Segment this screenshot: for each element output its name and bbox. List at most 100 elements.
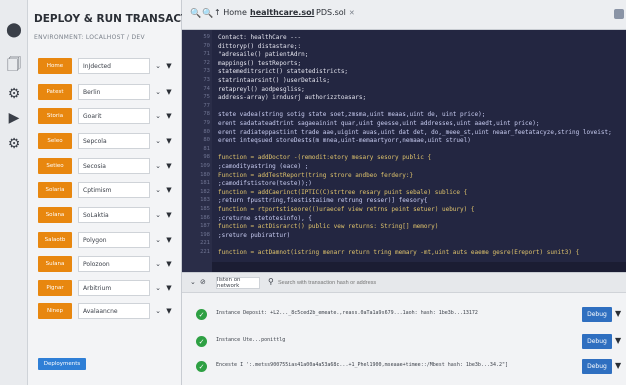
line-number: 98 [203,154,210,161]
terminal-panel: ⌄ ⊘ listen on network ⚲ ✓ Instance Depos… [182,272,626,385]
remix-logo-icon[interactable]: ⬤ [4,20,24,40]
line-number: 72 [203,59,210,66]
expand-caret-icon[interactable]: ▼ [165,284,173,292]
close-icon[interactable]: ✕ [349,9,355,17]
expand-caret-icon[interactable]: ▼ [165,88,173,96]
success-check-icon: ✓ [196,361,207,372]
contract-row: Sulana Polozoon ⌄ ▼ [38,255,178,273]
collapse-icon[interactable]: ⌄ [190,278,196,286]
search-icon: ⚲ [268,277,274,286]
expand-caret-icon[interactable]: ▼ [165,236,173,244]
chevron-down-icon[interactable]: ▼ [615,336,621,345]
log-text: Instance Deposit: +L2..._8c5ced2b_emeate… [216,310,478,316]
code-line: Function = addTestReport(tring strore an… [218,171,414,179]
code-line: function = addDoctor -(remodit:etory mes… [218,154,432,162]
debug-button[interactable]: Debug [582,307,612,322]
deployments-button[interactable]: Deployments [38,358,86,370]
zoom-in-icon[interactable]: 🔍 [202,9,213,19]
contract-function-button[interactable]: Sulana [38,256,72,272]
contract-function-button[interactable]: Solaria [38,182,72,198]
chevron-down-icon[interactable]: ▼ [615,309,621,318]
code-line: function = rtportstiseore(()uraecef view… [218,206,475,213]
line-number: 80 [203,128,210,135]
panel-toggle-icon[interactable] [614,9,624,19]
contract-input-field[interactable]: InJdected [78,58,150,74]
chevron-down-icon[interactable]: ⌄ [154,137,162,145]
search-input[interactable] [278,277,518,289]
line-number: 185 [200,206,210,212]
file-explorer-icon[interactable]: 🗍 [4,56,24,76]
line-number: 180 [200,171,210,178]
expand-caret-icon[interactable]: ▼ [165,62,173,70]
contract-function-button[interactable]: Pignar [38,280,72,296]
contract-row: Solana SoLaktia ⌄ ▼ [38,206,178,224]
contract-input-field[interactable]: Sepcola [78,133,150,149]
plugin-manager-icon[interactable]: ⚙ [4,134,24,154]
contract-function-button[interactable]: Patest [38,84,72,100]
contract-input-field[interactable]: Goarit [78,108,150,124]
zoom-out-icon[interactable]: 🔍 [190,9,201,19]
contract-input-field[interactable]: Berlin [78,84,150,100]
chevron-down-icon[interactable]: ⌄ [154,162,162,170]
chevron-down-icon[interactable]: ⌄ [154,186,162,194]
line-number: 81 [203,145,210,152]
line-number: 78 [203,111,210,118]
expand-caret-icon[interactable]: ▼ [165,162,173,170]
contract-input-field[interactable]: Polygon [78,232,150,248]
listen-network-toggle[interactable]: listen on network [216,277,260,289]
contract-function-button[interactable]: Home [38,58,72,74]
code-line: ;camodifstistore(teste));) [218,180,312,188]
expand-caret-icon[interactable]: ▼ [165,112,173,120]
horizontal-scrollbar[interactable] [212,262,626,272]
chevron-down-icon[interactable]: ⌄ [154,112,162,120]
chevron-down-icon[interactable]: ⌄ [154,236,162,244]
deploy-run-icon[interactable]: ▶ [4,108,24,128]
contract-function-button[interactable]: Salaotb [38,232,72,248]
log-text: Instance Ute...ponittlg [216,337,286,343]
contract-row: Patest Berlin ⌄ ▼ [38,83,178,101]
expand-caret-icon[interactable]: ▼ [165,186,173,194]
contract-input-field[interactable]: SoLaktia [78,207,150,223]
chevron-down-icon[interactable]: ⌄ [154,211,162,219]
line-number: 77 [203,102,210,109]
line-number: 109 [200,163,210,169]
tab-home[interactable]: ↑ Home [214,8,247,17]
compiler-icon[interactable]: ⚙ [4,84,24,104]
chevron-down-icon[interactable]: ⌄ [154,307,162,315]
terminal-toolbar: ⌄ ⊘ listen on network ⚲ [182,273,626,293]
success-check-icon: ✓ [196,336,207,347]
contract-input-field[interactable]: Secosia [78,158,150,174]
chevron-down-icon[interactable]: ⌄ [154,284,162,292]
expand-caret-icon[interactable]: ▼ [165,211,173,219]
contract-input-field[interactable]: Arbitrium [78,280,150,296]
contract-input-field[interactable]: Polozoon [78,256,150,272]
line-number: 182 [200,188,210,195]
contract-function-button[interactable]: Solana [38,207,72,223]
contract-row: Salaotb Polygon ⌄ ▼ [38,231,178,249]
contract-function-button[interactable]: Setieo [38,158,72,174]
expand-caret-icon[interactable]: ▼ [165,307,173,315]
line-number: 74 [203,85,210,92]
tab-healthcare[interactable]: healthcare.sol [250,8,314,17]
contract-input-field[interactable]: Avalaancne [78,303,150,319]
log-text: Enceste I ':.metss900755ias41a00a4a53a68… [216,362,508,368]
tab-pds[interactable]: PDS.sol ✕ [316,8,355,17]
line-number: 80 [203,137,210,144]
chevron-down-icon[interactable]: ▼ [615,361,621,370]
contract-function-button[interactable]: Seleo [38,133,72,149]
debug-button[interactable]: Debug [582,359,612,374]
expand-caret-icon[interactable]: ▼ [165,260,173,268]
code-editor[interactable]: 59 70 71 72 73 73 74 75 77 78 79 80 80 81 98 109 180 181 1… [182,30,626,272]
chevron-down-icon[interactable]: ⌄ [154,62,162,70]
line-number: 181 [200,180,210,187]
log-entry: ✓ Instance Deposit: +L2..._8c5ced2b_emea… [182,306,626,324]
chevron-down-icon[interactable]: ⌄ [154,88,162,96]
expand-caret-icon[interactable]: ▼ [165,137,173,145]
contract-function-button[interactable]: Ninep [38,303,72,319]
clear-icon[interactable]: ⊘ [200,278,206,286]
contract-input-field[interactable]: Cptimism [78,182,150,198]
code-line: ;camodityastring (eace) ; [218,163,309,170]
contract-function-button[interactable]: Storia [38,108,72,124]
chevron-down-icon[interactable]: ⌄ [154,260,162,268]
debug-button[interactable]: Debug [582,334,612,349]
